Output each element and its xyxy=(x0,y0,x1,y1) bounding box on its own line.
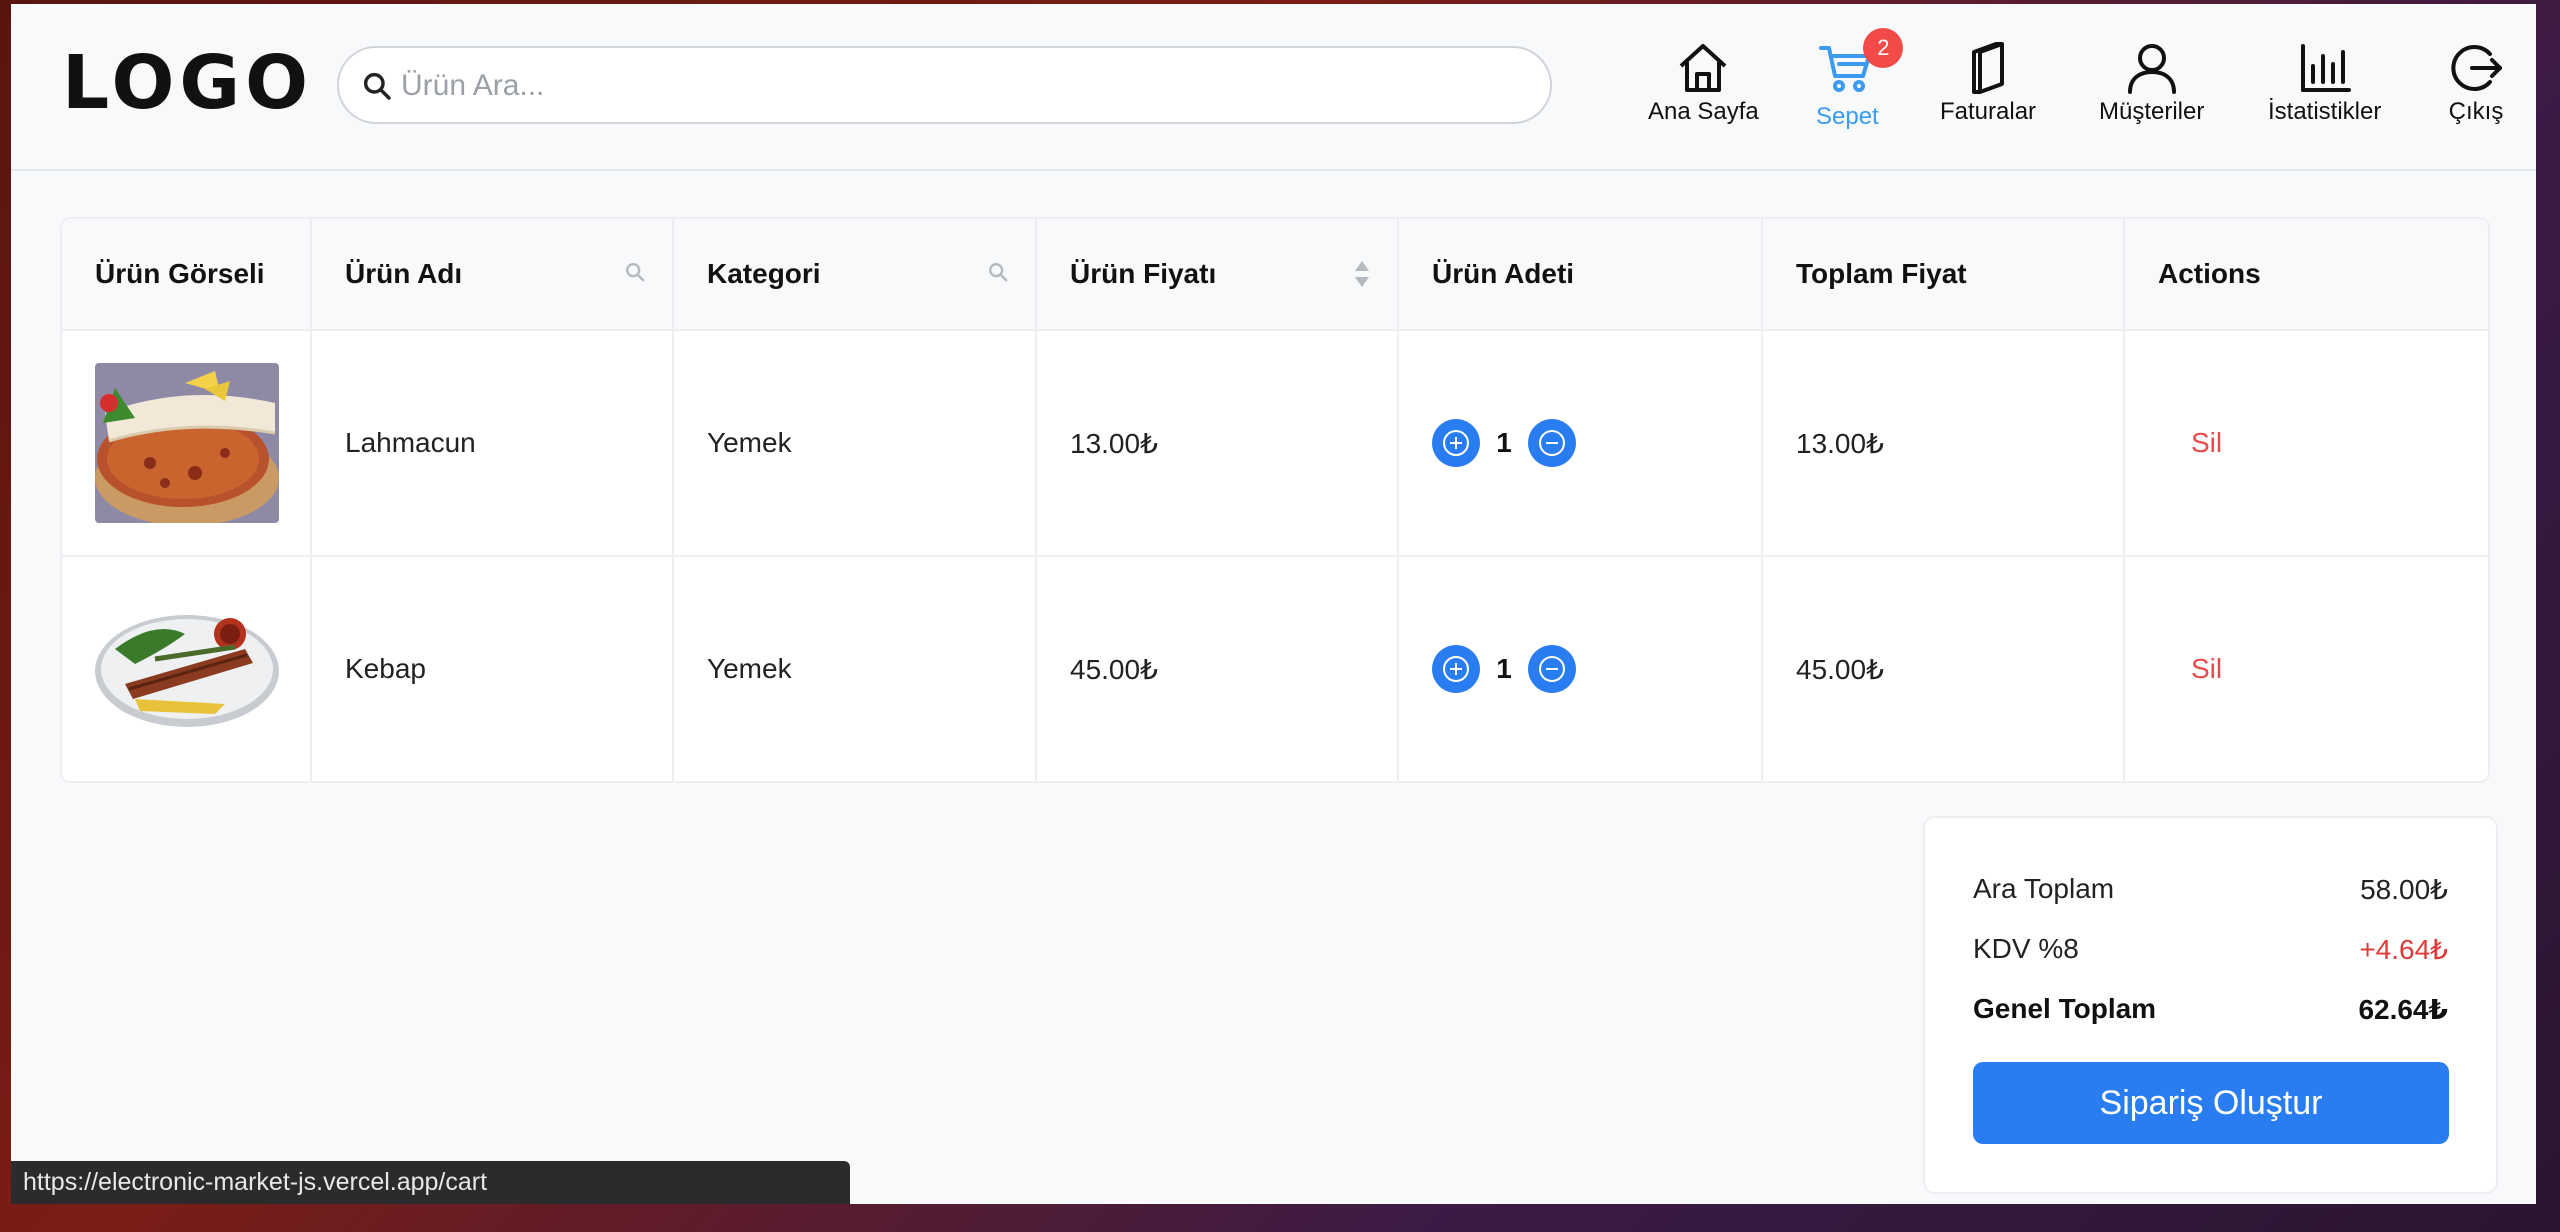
quantity-stepper: 1 xyxy=(1432,645,1576,693)
nav-logout[interactable]: Çıkış xyxy=(2448,42,2504,126)
product-name: Kebap xyxy=(312,557,674,781)
nav-cart[interactable]: 2 Sepet xyxy=(1816,28,1904,131)
col-label: Ürün Görseli xyxy=(95,258,265,289)
total-value: 62.64₺ xyxy=(2358,994,2448,1025)
product-image-cell xyxy=(62,557,312,781)
col-label: Toplam Fiyat xyxy=(1796,258,1967,289)
nav-home-label: Ana Sayfa xyxy=(1648,98,1759,125)
nav-cart-label: Sepet xyxy=(1816,103,1879,130)
nav-home[interactable]: Ana Sayfa xyxy=(1648,42,1759,126)
increase-quantity-button[interactable] xyxy=(1432,419,1480,467)
quantity-value: 1 xyxy=(1496,653,1512,684)
product-price: 13.00₺ xyxy=(1037,331,1399,555)
col-image-header: Ürün Görseli xyxy=(62,219,312,329)
table-row: Kebap Yemek 45.00₺ 1 45.00₺ Sil xyxy=(62,557,2488,781)
minus-circle-icon xyxy=(1539,430,1565,456)
filter-search-icon[interactable] xyxy=(987,261,1009,283)
logo[interactable]: LOGO xyxy=(62,46,313,120)
header: LOGO Ana Sayfa 2 Sepet Faturalar Müşteri… xyxy=(11,4,2536,171)
decrease-quantity-button[interactable] xyxy=(1528,419,1576,467)
col-category-header: Kategori xyxy=(674,219,1037,329)
invoices-icon xyxy=(1972,42,2005,94)
cart-table: Ürün Görseli Ürün Adı Kategori Ürün Fiya… xyxy=(60,217,2490,783)
tax-value: +4.64₺ xyxy=(2359,934,2448,965)
nav-customers-label: Müşteriler xyxy=(2099,98,2205,125)
col-label: Kategori xyxy=(707,258,821,289)
quantity-cell: 1 xyxy=(1399,331,1763,555)
product-price: 45.00₺ xyxy=(1037,557,1399,781)
plus-circle-icon xyxy=(1443,656,1469,682)
home-icon xyxy=(1680,44,1727,92)
status-url: https://electronic-market-js.vercel.app/… xyxy=(11,1161,850,1204)
nav-stats-label: İstatistikler xyxy=(2268,98,2382,125)
actions-cell: Sil xyxy=(2125,557,2488,781)
col-actions-header: Actions xyxy=(2125,219,2488,329)
increase-quantity-button[interactable] xyxy=(1432,645,1480,693)
tax-label: KDV %8 xyxy=(1973,933,2079,964)
kebap-image xyxy=(95,589,279,749)
table-row: Lahmacun Yemek 13.00₺ 1 13.00₺ Sil xyxy=(62,331,2488,557)
subtotal-value: 58.00₺ xyxy=(2360,874,2448,905)
quantity-value: 1 xyxy=(1496,427,1512,458)
subtotal-row: Ara Toplam 58.00₺ xyxy=(1973,873,2448,906)
subtotal-label: Ara Toplam xyxy=(1973,873,2115,904)
nav-logout-label: Çıkış xyxy=(2448,98,2504,125)
col-label: Ürün Adeti xyxy=(1432,258,1575,289)
nav-invoices[interactable]: Faturalar xyxy=(1940,42,2036,126)
table-header: Ürün Görseli Ürün Adı Kategori Ürün Fiya… xyxy=(62,219,2488,331)
col-label: Actions xyxy=(2158,258,2261,289)
product-total: 13.00₺ xyxy=(1763,331,2125,555)
order-summary: Ara Toplam 58.00₺ KDV %8 +4.64₺ Genel To… xyxy=(1923,816,2498,1194)
cart-badge: 2 xyxy=(1863,28,1904,68)
product-category: Yemek xyxy=(674,331,1037,555)
user-icon xyxy=(2127,44,2176,94)
quantity-cell: 1 xyxy=(1399,557,1763,781)
col-label: Ürün Fiyatı xyxy=(1070,258,1217,289)
create-order-button[interactable]: Sipariş Oluştur xyxy=(1973,1062,2449,1144)
col-label: Ürün Adı xyxy=(345,258,463,289)
decrease-quantity-button[interactable] xyxy=(1528,645,1576,693)
search-bar[interactable] xyxy=(337,46,1552,124)
tax-row: KDV %8 +4.64₺ xyxy=(1973,933,2448,966)
plus-circle-icon xyxy=(1443,430,1469,456)
stats-icon xyxy=(2300,44,2351,92)
total-label: Genel Toplam xyxy=(1973,993,2157,1024)
col-total-header: Toplam Fiyat xyxy=(1763,219,2125,329)
search-input[interactable] xyxy=(399,58,1533,114)
col-price-header[interactable]: Ürün Fiyatı xyxy=(1037,219,1399,329)
nav-customers[interactable]: Müşteriler xyxy=(2099,42,2204,126)
col-qty-header: Ürün Adeti xyxy=(1399,219,1763,329)
search-icon xyxy=(363,72,391,100)
lahmacun-image xyxy=(95,363,279,523)
sort-icon[interactable] xyxy=(1353,259,1371,289)
product-category: Yemek xyxy=(674,557,1037,781)
product-name: Lahmacun xyxy=(312,331,674,555)
quantity-stepper: 1 xyxy=(1432,419,1576,467)
delete-button[interactable]: Sil xyxy=(2158,427,2222,459)
filter-search-icon[interactable] xyxy=(624,261,646,283)
col-name-header: Ürün Adı xyxy=(312,219,674,329)
actions-cell: Sil xyxy=(2125,331,2488,555)
minus-circle-icon xyxy=(1539,656,1565,682)
total-row: Genel Toplam 62.64₺ xyxy=(1973,993,2448,1026)
logout-icon xyxy=(2451,45,2502,91)
product-total: 45.00₺ xyxy=(1763,557,2125,781)
product-image-cell xyxy=(62,331,312,555)
delete-button[interactable]: Sil xyxy=(2158,653,2222,685)
nav-stats[interactable]: İstatistikler xyxy=(2268,42,2381,126)
nav-invoices-label: Faturalar xyxy=(1940,98,2037,125)
browser-window: LOGO Ana Sayfa 2 Sepet Faturalar Müşteri… xyxy=(11,4,2536,1204)
